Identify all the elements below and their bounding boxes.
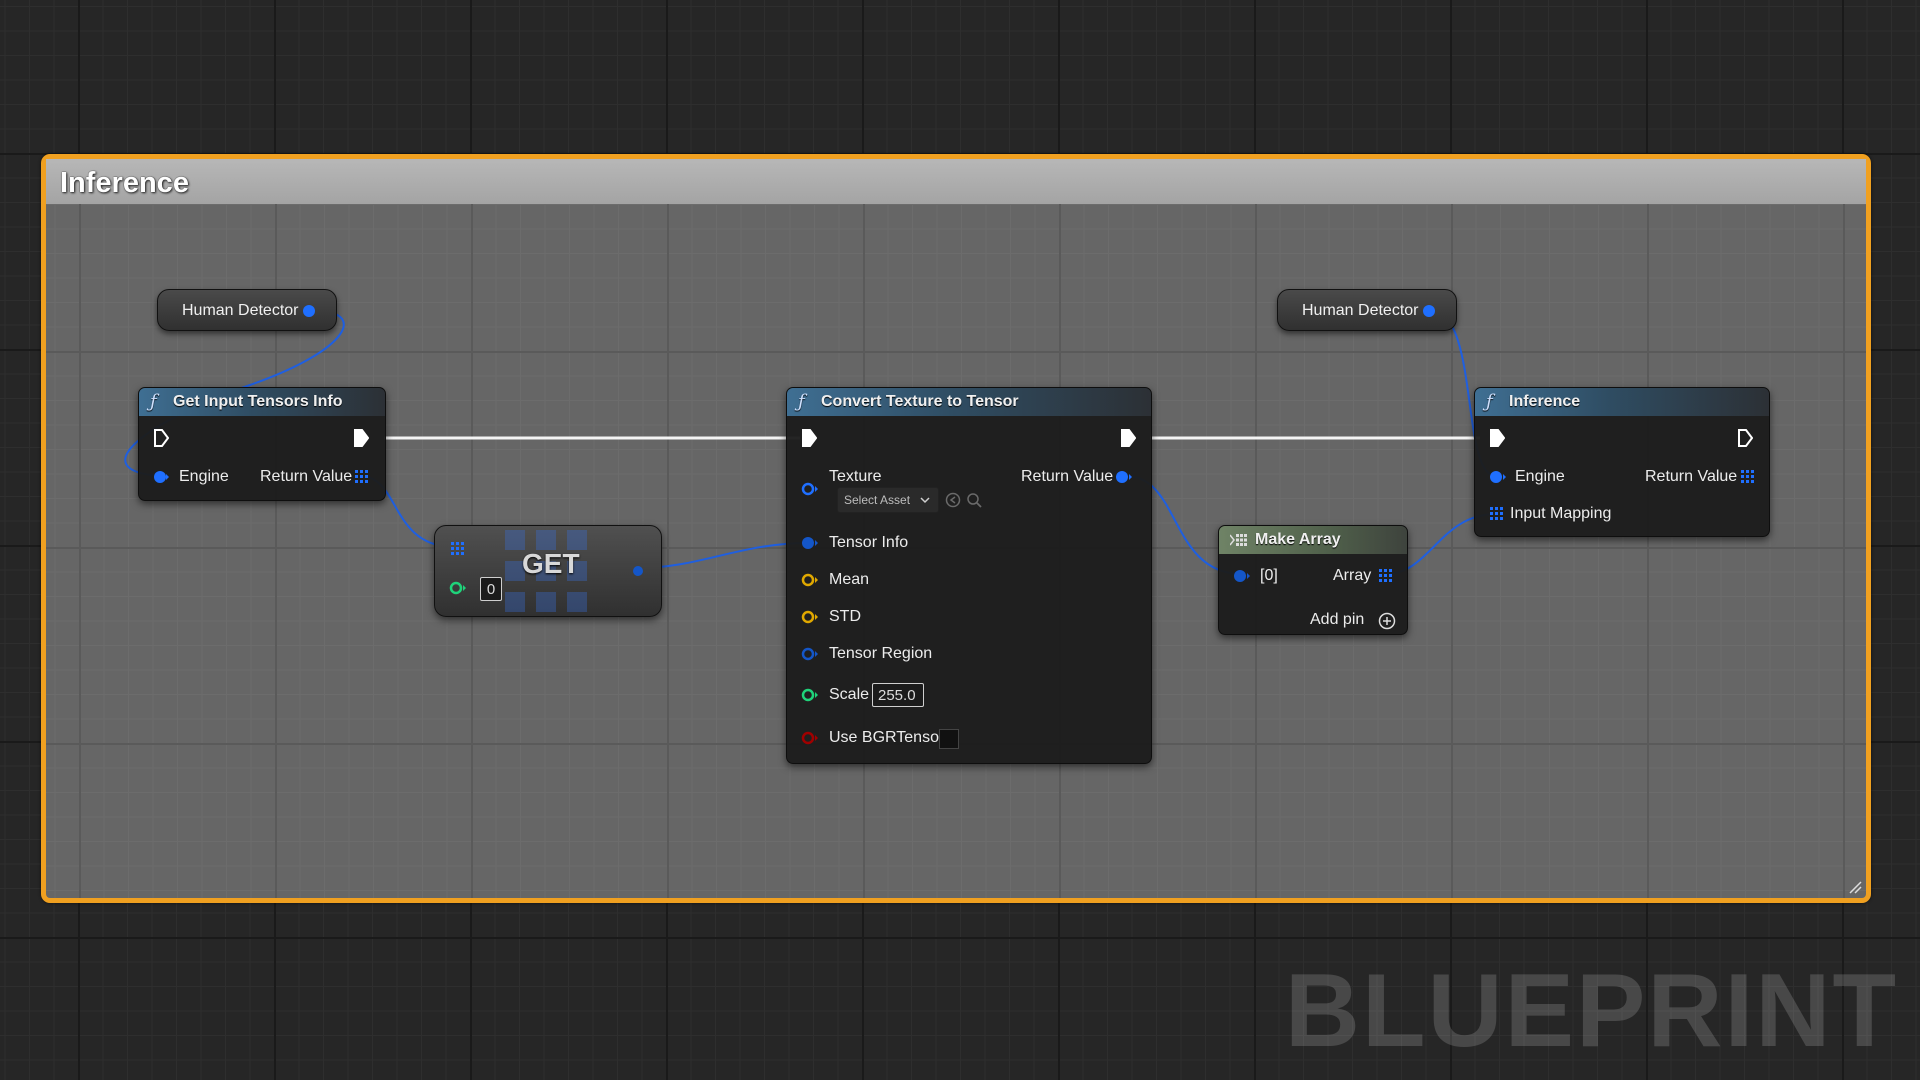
return-value-label: Return Value (1645, 468, 1738, 485)
human-detector-variable-2[interactable]: Human Detector (1277, 289, 1457, 331)
object-pin-icon[interactable] (302, 304, 316, 318)
use-selected-asset-icon[interactable] (945, 492, 961, 508)
node-header[interactable]: ƒ Inference (1475, 388, 1769, 416)
int-pin-icon[interactable] (449, 581, 467, 595)
use-bgr-label: Use BGRTensor (829, 729, 945, 746)
make-array-node[interactable]: Make Array [0] Array Add pin (1218, 525, 1408, 635)
node-title: Make Array (1255, 531, 1341, 548)
object-pin-icon[interactable] (1422, 304, 1436, 318)
add-pin-icon[interactable] (1378, 612, 1396, 630)
input-mapping-label: Input Mapping (1510, 505, 1612, 522)
array-output-label: Array (1333, 567, 1372, 584)
exec-in-pin-icon[interactable] (801, 429, 817, 447)
engine-pin-icon[interactable] (153, 470, 169, 484)
engine-pin-icon[interactable] (1489, 470, 1507, 484)
array-out-pin-icon[interactable] (1379, 569, 1393, 583)
index-input[interactable]: 0 (480, 577, 502, 601)
element-0-label: [0] (1260, 567, 1278, 584)
chevron-down-icon (920, 497, 930, 504)
browse-search-icon[interactable] (966, 492, 982, 508)
get-label: GET (522, 548, 580, 579)
array-pin-icon[interactable] (355, 470, 369, 484)
return-value-label: Return Value (260, 468, 353, 485)
exec-in-pin-icon[interactable] (1489, 429, 1505, 447)
exec-out-pin-icon[interactable] (1120, 429, 1136, 447)
tensor-region-pin-icon[interactable] (801, 647, 819, 661)
function-icon: ƒ (150, 391, 157, 412)
scale-pin-icon[interactable] (801, 688, 819, 702)
comment-header[interactable]: Inference (46, 159, 1866, 204)
element-0-pin-icon[interactable] (1233, 569, 1251, 583)
texture-label: Texture (829, 468, 882, 485)
return-value-label: Return Value (1021, 468, 1114, 485)
input-mapping-pin-icon[interactable] (1490, 507, 1504, 521)
select-asset-dropdown[interactable]: Select Asset (837, 487, 939, 513)
array-out-pin-icon[interactable] (1741, 470, 1755, 484)
return-value-pin-icon[interactable] (1115, 470, 1133, 484)
engine-label: Engine (1515, 468, 1565, 485)
std-label: STD (829, 608, 861, 625)
node-title: Get Input Tensors Info (173, 393, 343, 410)
mean-pin-icon[interactable] (801, 573, 819, 587)
use-bgr-checkbox[interactable] (939, 729, 959, 749)
exec-out-pin-icon[interactable] (353, 429, 369, 447)
texture-pin-icon[interactable] (801, 482, 819, 496)
function-icon: ƒ (798, 391, 805, 412)
scale-label: Scale (829, 686, 870, 703)
tensor-region-label: Tensor Region (829, 645, 933, 662)
human-detector-variable-1[interactable]: Human Detector (157, 289, 337, 331)
node-header[interactable]: Make Array (1219, 526, 1407, 554)
inference-node[interactable]: ƒ Inference Engine Return Value Input Ma… (1474, 387, 1770, 537)
node-title: Inference (1509, 393, 1581, 410)
std-pin-icon[interactable] (801, 610, 819, 624)
add-pin-label[interactable]: Add pin (1310, 611, 1364, 629)
select-asset-text: Select Asset (844, 493, 911, 507)
scale-input[interactable]: 255.0 (872, 683, 924, 707)
make-array-icon (1230, 534, 1247, 546)
human-detector-label-1: Human Detector (182, 302, 299, 319)
exec-in-pin-icon[interactable] (153, 429, 169, 447)
node-header[interactable]: ƒ Convert Texture to Tensor (787, 388, 1151, 416)
output-pin-icon[interactable] (631, 564, 645, 578)
use-bgr-pin-icon[interactable] (801, 731, 819, 745)
node-title: Convert Texture to Tensor (821, 393, 1019, 410)
function-icon: ƒ (1486, 391, 1493, 412)
get-input-tensors-info-node[interactable]: ƒ Get Input Tensors Info Engine Return V… (138, 387, 386, 501)
get-array-node[interactable]: 0 GET (434, 525, 662, 617)
comment-title: Inference (60, 167, 189, 199)
tensor-info-label: Tensor Info (829, 534, 909, 551)
array-in-pin-icon[interactable] (451, 542, 465, 556)
tensor-info-pin-icon[interactable] (801, 536, 819, 550)
human-detector-label-2: Human Detector (1302, 302, 1419, 319)
node-header[interactable]: ƒ Get Input Tensors Info (139, 388, 385, 416)
convert-texture-to-tensor-node[interactable]: ƒ Convert Texture to Tensor Texture Sele… (786, 387, 1152, 764)
blueprint-watermark: BLUEPRINT (1284, 953, 1898, 1069)
mean-label: Mean (829, 571, 870, 588)
exec-out-pin-icon[interactable] (1737, 429, 1753, 447)
resize-grip-icon[interactable] (1848, 880, 1862, 894)
engine-label: Engine (179, 468, 229, 485)
